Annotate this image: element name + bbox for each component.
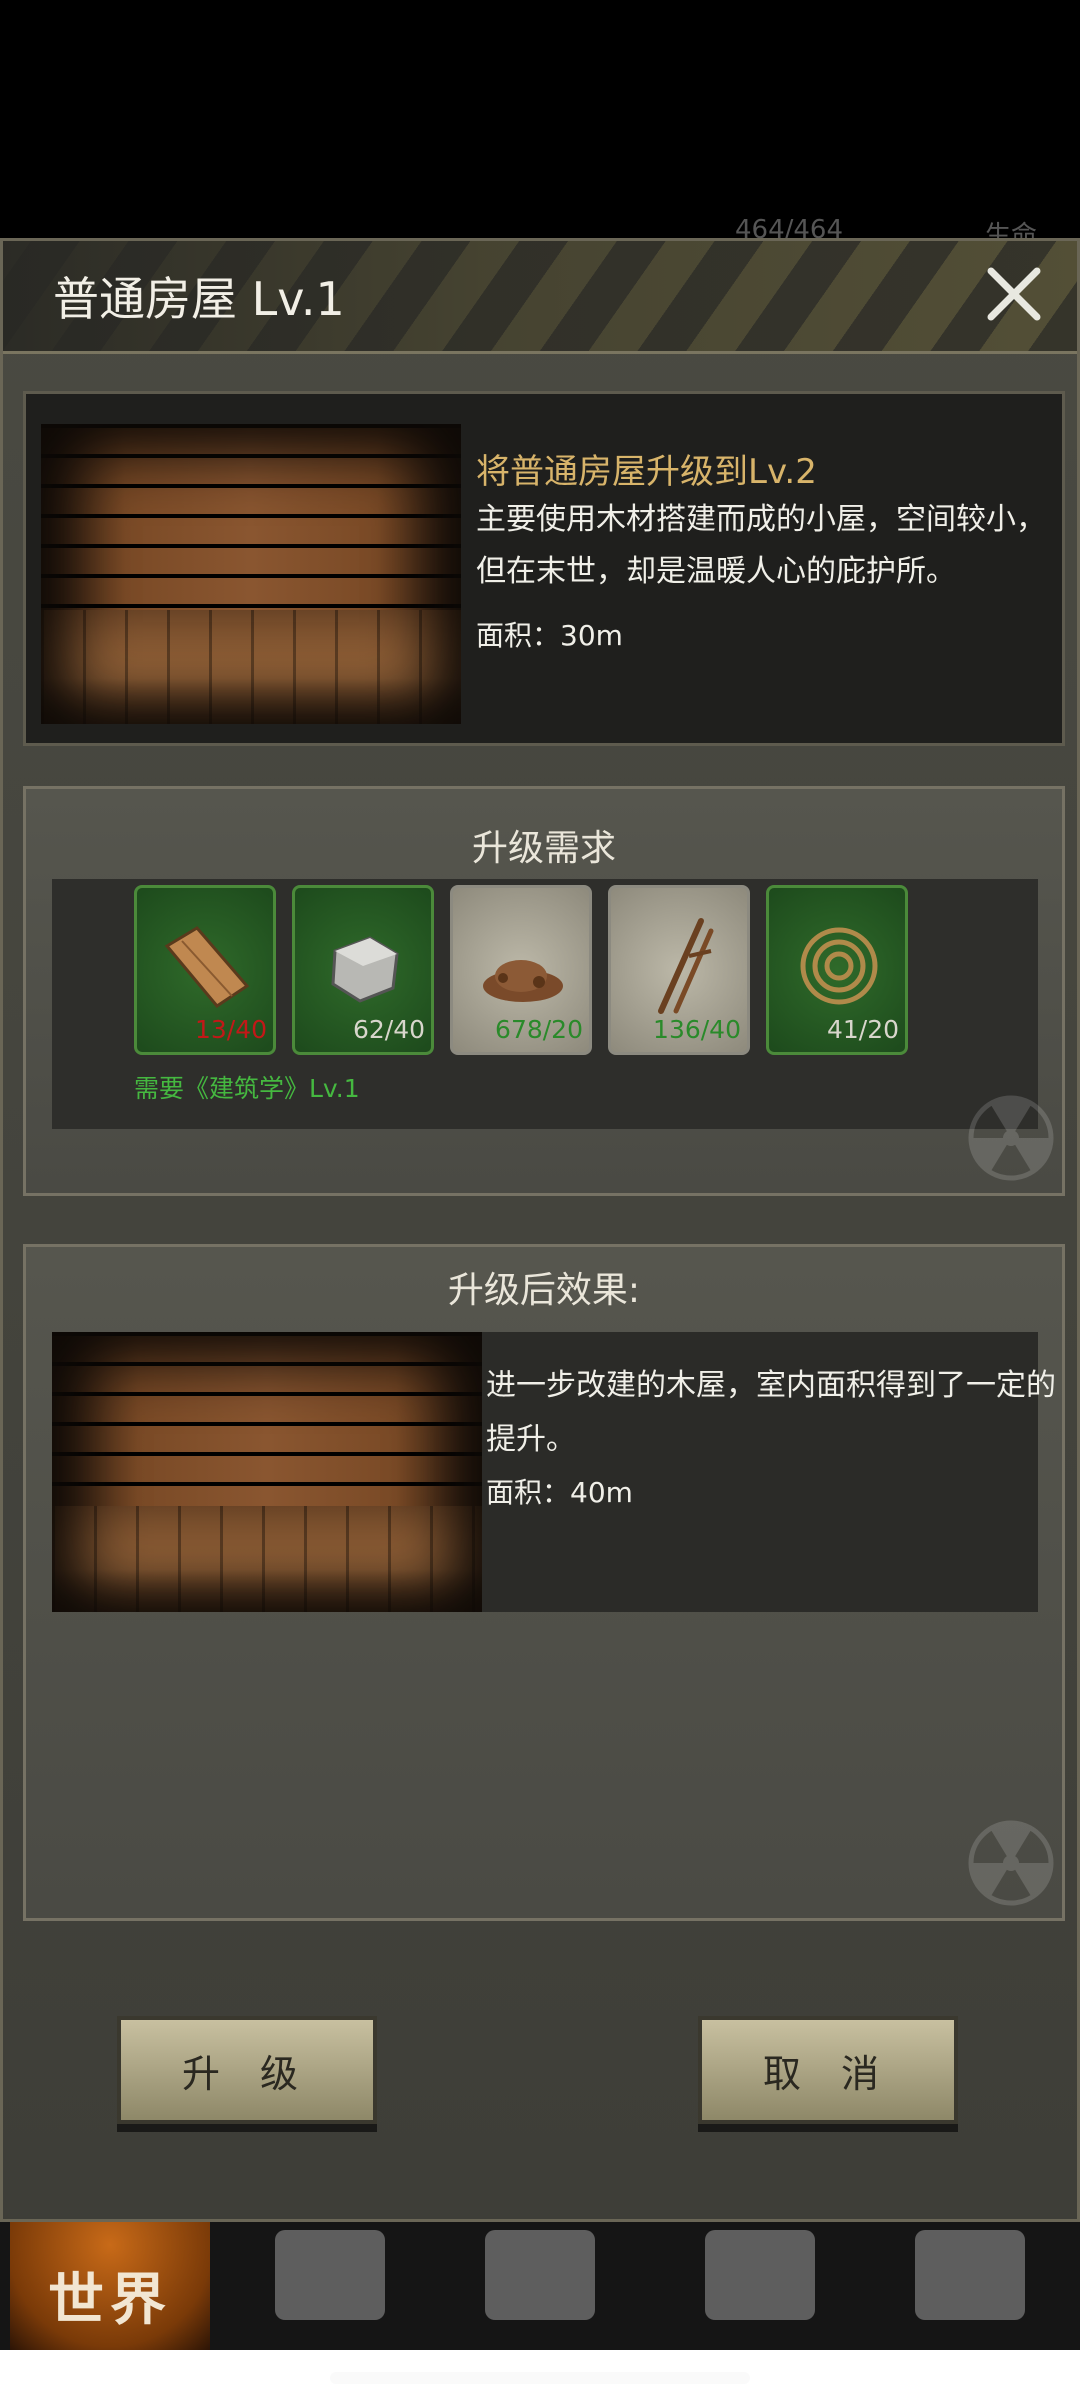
room-image-lv1: [41, 424, 461, 724]
dialog-title: 普通房屋 Lv.1: [53, 272, 345, 326]
building-area: 面积：30m: [476, 619, 623, 652]
nav-character[interactable]: [440, 2200, 640, 2350]
requirement-item-rope[interactable]: 41/20: [766, 885, 908, 1055]
close-icon[interactable]: [981, 261, 1047, 327]
requirement-count: 13/40: [194, 1015, 267, 1044]
dialog-header: 普通房屋 Lv.1: [3, 241, 1077, 354]
requirement-item-stone[interactable]: 62/40: [292, 885, 434, 1055]
nav-world[interactable]: 世界: [10, 2200, 210, 2350]
requirement-item-dirt[interactable]: 678/20: [450, 885, 592, 1055]
upgrade-dialog: 普通房屋 Lv.1 将普通房屋升级到Lv.2 主要使用木材搭建而成的小屋，空间较…: [0, 238, 1080, 2222]
background-top: [0, 0, 1080, 240]
requirements-strip: 13/40 62/40 678/20 136/40 41/20 需要《建筑学》L…: [52, 879, 1038, 1129]
backpack-icon: [275, 2230, 385, 2320]
requirements-panel: 升级需求 13/40 62/40 678/20 136/40 41/20 需要《…: [23, 786, 1065, 1196]
requirement-count: 678/20: [495, 1015, 583, 1044]
requirement-item-wood[interactable]: 13/40: [134, 885, 276, 1055]
upgrade-button[interactable]: 升 级: [117, 2016, 377, 2124]
dirt-pile-icon: [483, 960, 563, 1002]
requirement-count: 62/40: [352, 1015, 425, 1044]
building-description: 主要使用木材搭建而成的小屋，空间较小，但在末世，却是温暖人心的庇护所。: [476, 502, 1046, 589]
wood-plank-icon: [164, 926, 250, 1008]
nav-shop[interactable]: [870, 2200, 1070, 2350]
requirement-item-twigs[interactable]: 136/40: [608, 885, 750, 1055]
effect-area: 面积：40m: [486, 1476, 633, 1509]
room-image-lv2: [52, 1332, 482, 1612]
nav-world-label: 世界: [48, 2268, 172, 2333]
nav-calculator[interactable]: [660, 2200, 860, 2350]
radiation-icon: [968, 1095, 1054, 1181]
requirements-heading: 升级需求: [471, 828, 616, 869]
current-building-panel: 将普通房屋升级到Lv.2 主要使用木材搭建而成的小屋，空间较小，但在末世，却是温…: [23, 391, 1065, 746]
rope-coil-icon: [800, 927, 878, 1005]
upgrade-target-heading: 将普通房屋升级到Lv.2: [476, 452, 817, 492]
home-indicator[interactable]: [330, 2372, 750, 2384]
bottom-nav: 世界: [0, 2200, 1080, 2350]
cart-icon: [915, 2230, 1025, 2320]
twig-bundle-icon: [658, 918, 714, 1014]
requirement-note: 需要《建筑学》Lv.1: [134, 1074, 360, 1103]
requirement-count: 41/20: [826, 1015, 899, 1044]
nav-backpack[interactable]: [230, 2200, 430, 2350]
cancel-button[interactable]: 取 消: [698, 2016, 958, 2124]
requirement-count: 136/40: [653, 1015, 741, 1044]
stone-block-icon: [331, 936, 399, 1003]
effect-description: 进一步改建的木屋，室内面积得到了一定的提升。: [486, 1368, 1056, 1457]
calculator-icon: [705, 2230, 815, 2320]
character-head-icon: [485, 2230, 595, 2320]
effect-panel: 升级后效果: 进一步改建的木屋，室内面积得到了一定的提升。 面积：40m: [23, 1244, 1065, 1921]
radiation-icon: [968, 1820, 1054, 1906]
effect-heading: 升级后效果:: [447, 1270, 641, 1311]
